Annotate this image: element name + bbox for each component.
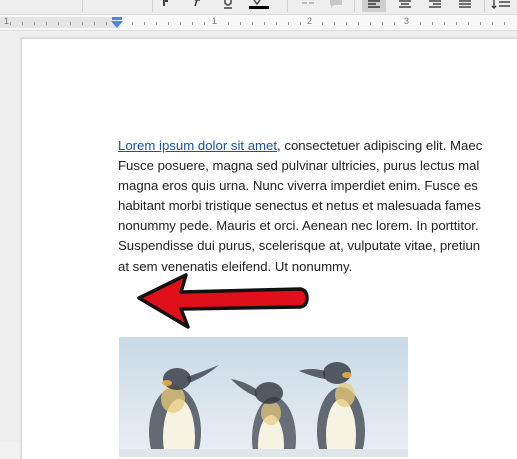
horizontal-ruler[interactable]: 1 1 2 3 — [0, 15, 517, 31]
link-icon[interactable] — [300, 0, 316, 12]
toolbar-separator — [82, 0, 83, 12]
align-right-icon[interactable] — [426, 0, 444, 12]
penguins-image[interactable] — [119, 337, 408, 457]
bold-icon[interactable] — [160, 0, 174, 12]
comment-icon[interactable] — [328, 0, 344, 12]
paragraph-line: Lorem ipsum dolor sit amet, consectetuer… — [118, 136, 517, 156]
toolbar-separator — [484, 0, 485, 12]
toolbar-separator — [354, 0, 355, 12]
ruler-left-margin — [0, 17, 118, 28]
align-center-icon[interactable] — [396, 0, 414, 12]
paragraph-line: Fusce posuere, magna sed pulvinar ultric… — [118, 158, 480, 174]
body-paragraph[interactable]: Lorem ipsum dolor sit amet, consectetuer… — [118, 136, 517, 277]
ruler-number: 3 — [404, 16, 410, 26]
formatting-toolbar — [0, 0, 517, 15]
italic-icon[interactable] — [190, 0, 204, 12]
toolbar-separator — [152, 0, 153, 12]
ruler-number: 2 — [307, 16, 313, 26]
toolbar-separator — [287, 0, 288, 12]
red-arrow-annotation — [137, 273, 309, 338]
paragraph-line: nonummy pede. Mauris et orci. Aenean nec… — [118, 218, 479, 234]
hyperlink[interactable]: Lorem ipsum dolor sit amet — [118, 138, 277, 153]
ruler-number: 1 — [4, 16, 10, 26]
ruler-number: 1 — [212, 16, 218, 26]
line-text: , consectetuer adipiscing elit. Maec — [277, 138, 483, 153]
document-page[interactable]: Lorem ipsum dolor sit amet, consectetuer… — [21, 38, 517, 459]
underline-icon[interactable] — [220, 0, 236, 12]
text-color-icon[interactable] — [248, 0, 270, 12]
paragraph-line: magna eros quis urna. Nunc viverra imper… — [118, 178, 478, 194]
line-spacing-icon[interactable] — [490, 0, 512, 12]
document-canvas: Lorem ipsum dolor sit amet, consectetuer… — [0, 31, 517, 459]
align-justify-icon[interactable] — [456, 0, 474, 12]
paragraph-line: habitant morbi tristique senectus et net… — [118, 198, 481, 214]
paragraph-line: Suspendisse dui purus, scelerisque at, v… — [118, 238, 481, 254]
align-left-icon[interactable] — [362, 0, 386, 12]
